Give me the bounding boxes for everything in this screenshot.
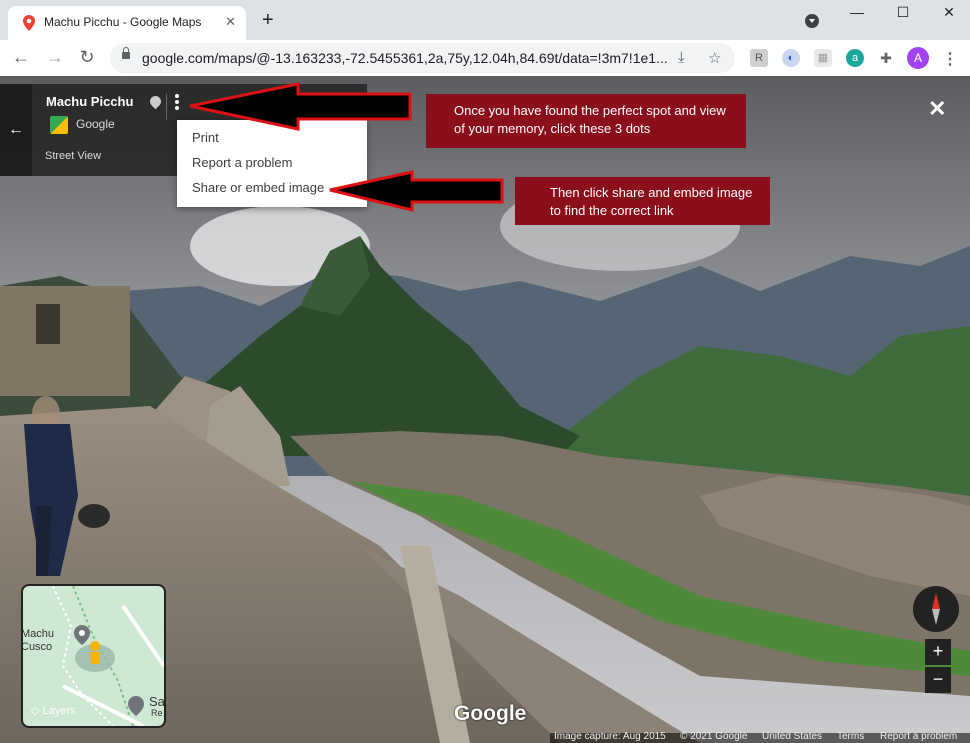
close-street-view-icon[interactable]: ✕ (928, 96, 946, 122)
annotation-note-dots: Once you have found the perfect spot and… (426, 94, 746, 148)
minimize-button[interactable]: — (842, 4, 872, 20)
attribution-footer: Image capture: Aug 2015 © 2021 Google Un… (550, 731, 970, 743)
contributor-label: Google (76, 117, 115, 131)
back-button[interactable]: ← (10, 47, 32, 68)
browser-toolbar: ← → ↻ google.com/maps/@-13.163233,-72.54… (0, 40, 970, 76)
back-arrow-button[interactable]: ← (0, 84, 32, 176)
menu-item-print[interactable]: Print (192, 130, 219, 145)
zoom-out-button[interactable]: − (925, 667, 951, 693)
compass-icon[interactable] (913, 586, 959, 632)
ext-shield-icon[interactable]: ◐ (782, 49, 800, 67)
mini-map[interactable]: Machu Cusco Sa Re ◇ Layers (21, 584, 166, 728)
tab-title: Machu Picchu - Google Maps (44, 15, 202, 29)
browser-menu-icon[interactable]: ⋮ (942, 49, 958, 69)
tab-search-icon[interactable] (805, 14, 819, 28)
minimap-label-sa: Sa (149, 694, 165, 709)
street-view-label: Street View (45, 150, 102, 162)
country-link[interactable]: United States (762, 731, 822, 742)
lock-icon (122, 47, 130, 59)
options-menu: Print Report a problem Share or embed im… (177, 120, 367, 207)
note-dots-text: Once you have found the perfect spot and… (454, 103, 726, 136)
card-divider (166, 94, 167, 120)
window-close-button[interactable]: ✕ (934, 4, 964, 21)
ext-a-icon[interactable]: a (846, 49, 864, 67)
puzzle-icon[interactable]: ✚ (877, 49, 895, 67)
more-options-dots-icon[interactable] (172, 92, 182, 116)
layers-button[interactable]: ◇ Layers (31, 704, 76, 717)
profile-avatar[interactable]: A (907, 47, 929, 69)
tab-close-icon[interactable]: ✕ (225, 14, 236, 30)
layers-icon: ◇ (31, 705, 43, 717)
ext-grid-icon[interactable]: ▦ (814, 49, 832, 67)
copyright-text: © 2021 Google (680, 731, 748, 742)
place-name: Machu Picchu (46, 94, 134, 109)
url-text[interactable]: google.com/maps/@-13.163233,-72.5455361,… (142, 50, 668, 66)
browser-tab[interactable]: Machu Picchu - Google Maps ✕ (8, 6, 246, 40)
forward-button[interactable]: → (44, 47, 66, 68)
image-capture-date: Image capture: Aug 2015 (554, 731, 666, 742)
minimap-label-re: Re (151, 708, 163, 718)
street-view-panorama[interactable]: ← Machu Picchu Google Street View Print … (0, 76, 970, 743)
new-tab-button[interactable]: + (262, 10, 274, 30)
address-bar[interactable]: google.com/maps/@-13.163233,-72.5455361,… (110, 43, 735, 73)
maps-favicon-icon (23, 15, 35, 31)
install-icon[interactable]: ⤓ (678, 49, 685, 66)
minimap-label-machu: Machu (21, 628, 55, 640)
map-pin-icon[interactable] (147, 93, 164, 110)
browser-titlebar: Machu Picchu - Google Maps ✕ + — ☐ ✕ (0, 0, 970, 40)
layers-label: Layers (42, 705, 76, 717)
google-contributor-icon (50, 116, 68, 134)
menu-item-report-problem[interactable]: Report a problem (192, 155, 292, 170)
note-share-text: Then click share and embed image to find… (550, 185, 753, 218)
terms-link[interactable]: Terms (837, 731, 864, 742)
report-problem-link[interactable]: Report a problem (880, 731, 957, 742)
star-icon[interactable]: ☆ (708, 49, 721, 67)
menu-item-share-embed[interactable]: Share or embed image (192, 180, 324, 195)
ext-r-icon[interactable]: R (750, 49, 768, 67)
annotation-note-share: Then click share and embed image to find… (515, 177, 770, 225)
reload-button[interactable]: ↻ (76, 47, 98, 68)
maximize-button[interactable]: ☐ (888, 4, 918, 21)
minimap-label-cusco: Cusco (21, 641, 53, 653)
zoom-in-button[interactable]: + (925, 639, 951, 665)
google-watermark: Google (454, 702, 527, 725)
